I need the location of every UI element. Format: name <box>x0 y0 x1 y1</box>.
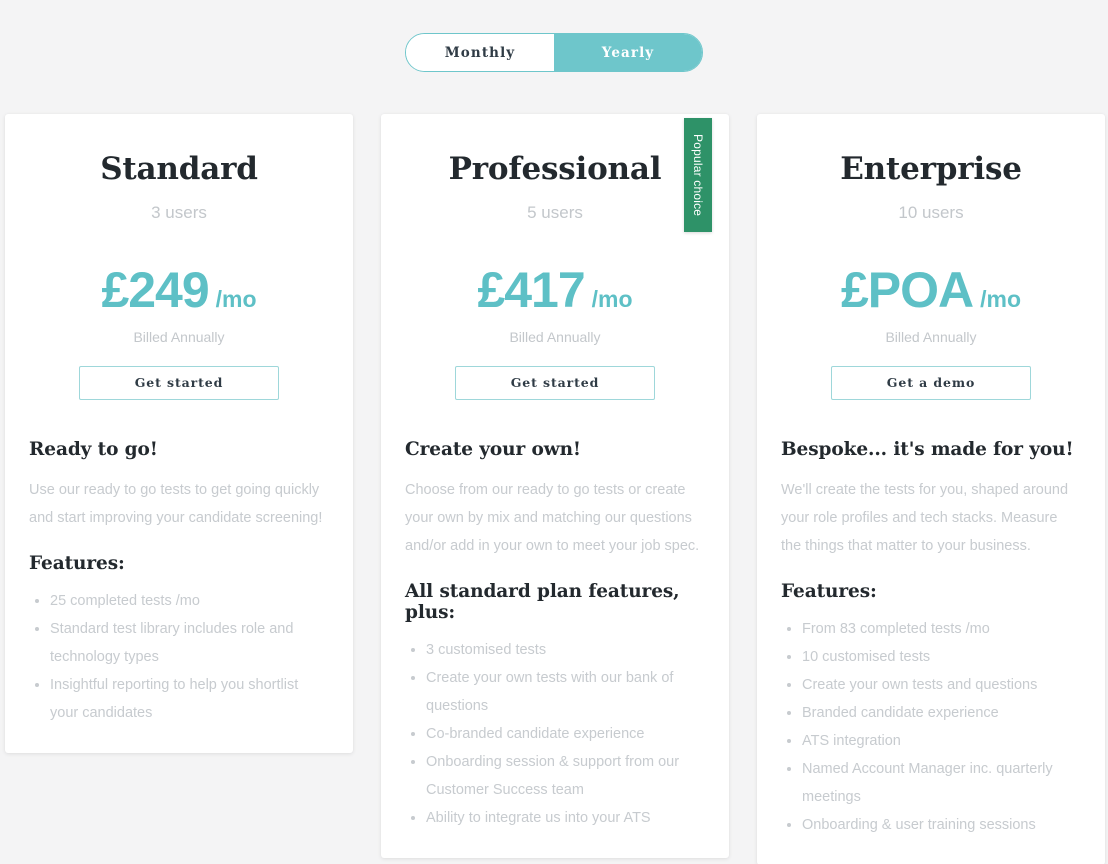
card-header: Professional 5 users £417 /mo Billed Ann… <box>381 114 729 401</box>
plan-name: Enterprise <box>840 151 1022 187</box>
list-item: 25 completed tests /mo <box>29 587 329 615</box>
list-item: Co-branded candidate experience <box>405 720 705 748</box>
card-body: Ready to go! Use our ready to go tests t… <box>5 400 353 727</box>
plan-price-period: /mo <box>591 286 633 313</box>
features-title: Features: <box>781 581 877 603</box>
get-started-button[interactable]: Get started <box>455 366 655 401</box>
card-header: Standard 3 users £249 /mo Billed Annuall… <box>5 114 353 401</box>
list-item: From 83 completed tests /mo <box>781 615 1081 643</box>
list-item: Named Account Manager inc. quarterly mee… <box>781 755 1081 811</box>
card-body-title: Bespoke... it's made for you! <box>781 439 1074 461</box>
plan-name: Standard <box>100 151 258 187</box>
list-item: Ability to integrate us into your ATS <box>405 804 705 832</box>
card-body-description: Choose from our ready to go tests or cre… <box>405 482 700 555</box>
popular-choice-ribbon: Popular choice <box>684 118 712 232</box>
billing-period-toggle-container: Monthly Yearly <box>0 33 1108 72</box>
billing-note: Billed Annually <box>133 329 225 346</box>
pricing-card-professional: Popular choice Professional 5 users £417… <box>381 114 729 859</box>
pricing-card-enterprise: Enterprise 10 users £POA /mo Billed Annu… <box>757 114 1105 864</box>
billing-note: Billed Annually <box>885 329 977 346</box>
list-item: Standard test library includes role and … <box>29 615 329 671</box>
get-started-button[interactable]: Get started <box>79 366 279 401</box>
features-list: 25 completed tests /mo Standard test lib… <box>29 587 329 727</box>
card-body-description: Use our ready to go tests to get going q… <box>29 482 323 527</box>
list-item: Insightful reporting to help you shortli… <box>29 671 329 727</box>
list-item: 10 customised tests <box>781 643 1081 671</box>
list-item: Branded candidate experience <box>781 699 1081 727</box>
plan-users: 10 users <box>898 203 964 223</box>
list-item: Create your own tests and questions <box>781 671 1081 699</box>
plan-price-period: /mo <box>980 286 1022 313</box>
get-a-demo-button[interactable]: Get a demo <box>831 366 1031 401</box>
price-row: £417 /mo <box>401 265 709 315</box>
card-body-title: Ready to go! <box>29 439 158 461</box>
plan-price: £249 <box>101 262 209 319</box>
plan-price: £POA <box>840 262 974 319</box>
list-item: 3 customised tests <box>405 636 705 664</box>
price-row: £249 /mo <box>25 265 333 315</box>
list-item: ATS integration <box>781 727 1081 755</box>
toggle-option-yearly[interactable]: Yearly <box>554 34 702 71</box>
list-item: Create your own tests with our bank of q… <box>405 664 705 720</box>
plan-users: 3 users <box>151 203 207 223</box>
plan-name: Professional <box>448 151 662 187</box>
pricing-card-standard: Standard 3 users £249 /mo Billed Annuall… <box>5 114 353 754</box>
price-row: £POA /mo <box>777 265 1085 315</box>
card-body-title: Create your own! <box>405 439 581 461</box>
features-title: All standard plan features, plus: <box>405 581 680 624</box>
features-title: Features: <box>29 553 125 575</box>
features-list: From 83 completed tests /mo 10 customise… <box>781 615 1081 839</box>
plan-price-period: /mo <box>215 286 257 313</box>
pricing-cards-row: Standard 3 users £249 /mo Billed Annuall… <box>5 114 1108 864</box>
card-body: Create your own! Choose from our ready t… <box>381 400 729 832</box>
billing-note: Billed Annually <box>509 329 601 346</box>
plan-price: £417 <box>477 262 585 319</box>
billing-period-toggle[interactable]: Monthly Yearly <box>405 33 703 72</box>
list-item: Onboarding & user training sessions <box>781 811 1081 839</box>
plan-users: 5 users <box>527 203 583 223</box>
card-body: Bespoke... it's made for you! We'll crea… <box>757 400 1105 839</box>
card-body-description: We'll create the tests for you, shaped a… <box>781 482 1069 555</box>
popular-choice-ribbon-label: Popular choice <box>691 133 705 217</box>
features-list: 3 customised tests Create your own tests… <box>405 636 705 832</box>
toggle-option-monthly[interactable]: Monthly <box>406 34 554 71</box>
card-header: Enterprise 10 users £POA /mo Billed Annu… <box>757 114 1105 401</box>
list-item: Onboarding session & support from our Cu… <box>405 748 705 804</box>
